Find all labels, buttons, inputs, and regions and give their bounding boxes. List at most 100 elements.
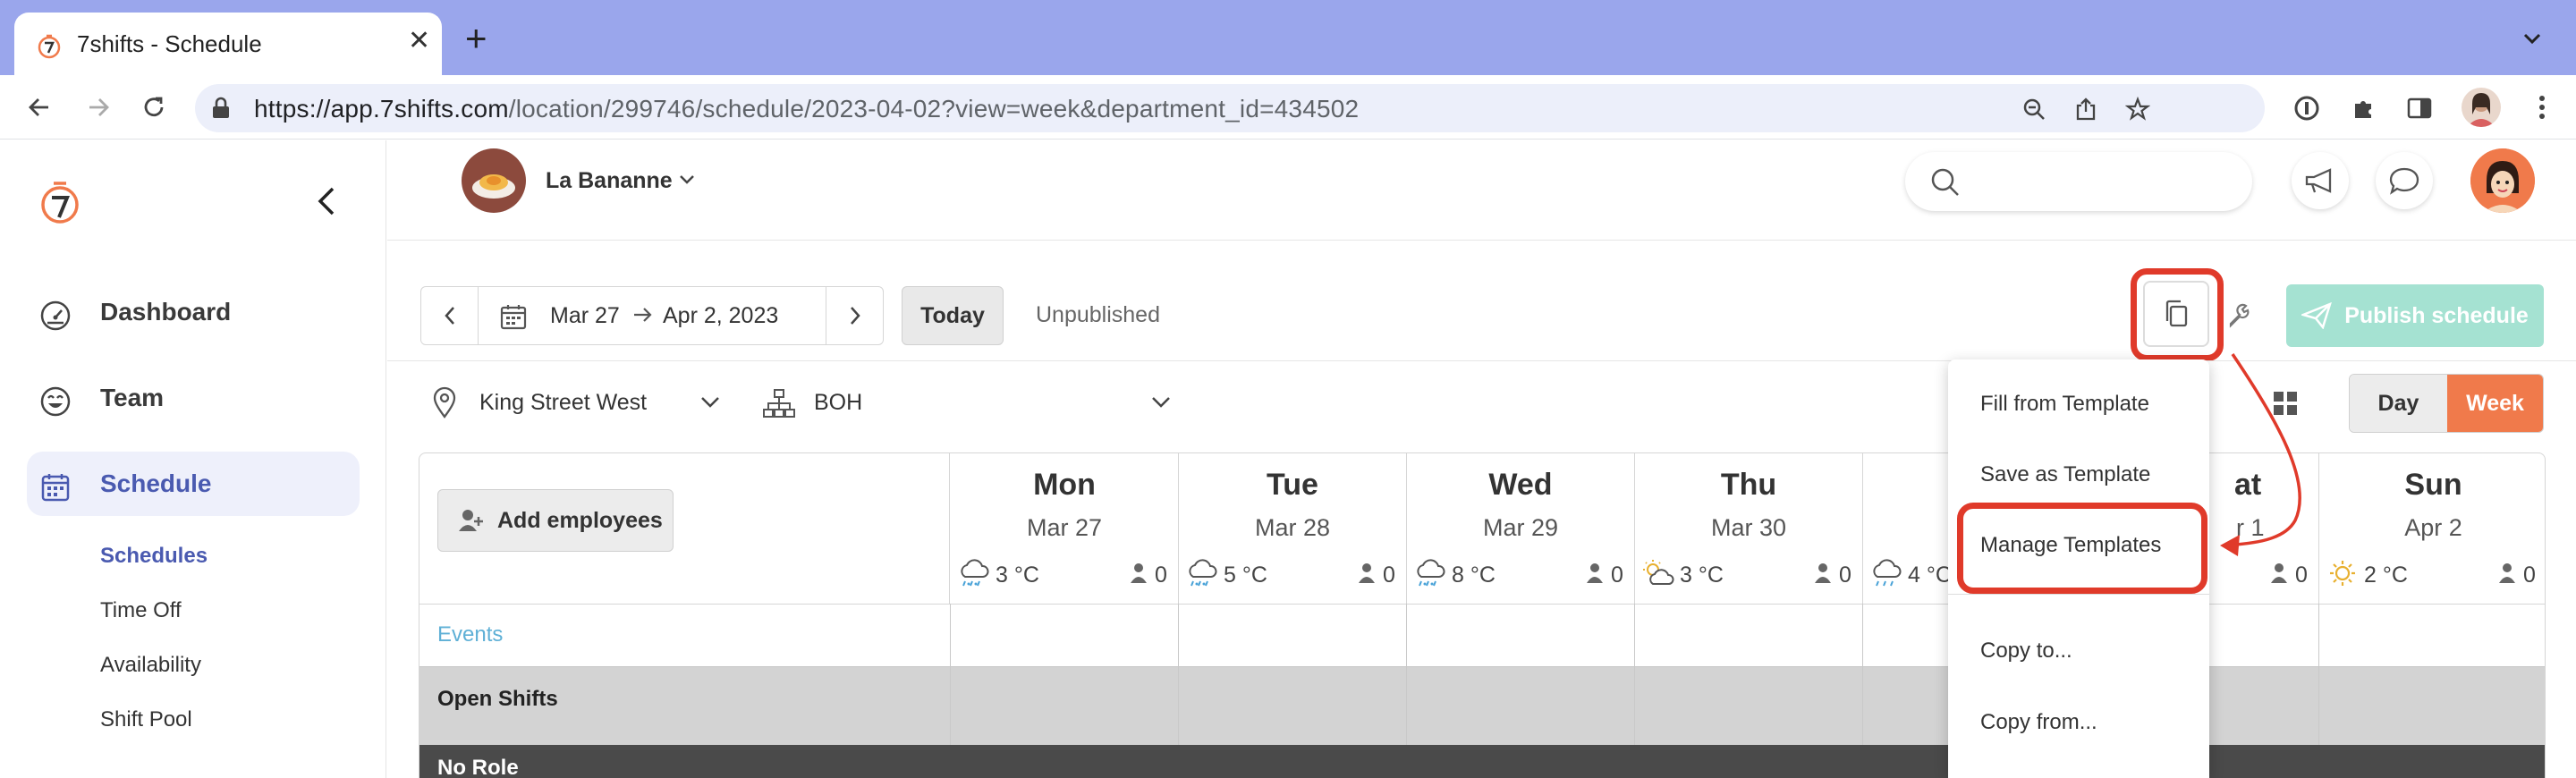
location-name[interactable]: La Bananne [546, 168, 673, 194]
sidebar-subitem-availability[interactable]: Availability [100, 653, 201, 678]
smiley-icon [40, 386, 71, 417]
tab-search-chevron-icon[interactable] [2521, 27, 2544, 50]
day-name: Thu [1720, 468, 1777, 502]
publish-schedule-button[interactable]: Publish schedule [2286, 284, 2544, 347]
messages-button[interactable] [2376, 152, 2433, 209]
chevron-right-icon [850, 307, 860, 325]
user-avatar[interactable] [2470, 148, 2535, 213]
person-icon [1131, 563, 1147, 583]
sidebar-item-schedule[interactable]: Schedule [27, 452, 360, 516]
side-panel-icon[interactable] [2406, 95, 2433, 122]
sidebar-item-label: Dashboard [100, 298, 232, 326]
sidebar-subitem-time-off[interactable]: Time Off [100, 598, 182, 623]
copy-to-item[interactable]: Copy to... [1980, 638, 2072, 664]
view-toggle: Day Week [2349, 374, 2544, 433]
day-header-wed[interactable]: Wed Mar 29 8 °C 0 [1407, 453, 1635, 604]
browser-tab-bar: 7shifts - Schedule ✕ + [0, 0, 2576, 75]
location-avatar[interactable] [462, 148, 526, 213]
grid-column-divider [950, 604, 951, 745]
next-week-button[interactable] [826, 287, 883, 344]
sidebar-item-team[interactable]: Team [27, 366, 360, 430]
previous-week-button[interactable] [421, 287, 479, 344]
open-shifts-label: Open Shifts [437, 687, 558, 711]
back-arrow-icon[interactable] [21, 89, 57, 125]
tab-title: 7shifts - Schedule [77, 30, 262, 57]
chat-bubble-icon [2389, 167, 2419, 195]
no-role-label: No Role [437, 756, 519, 778]
events-link[interactable]: Events [437, 622, 503, 647]
forward-arrow-icon[interactable] [80, 89, 116, 125]
wrench-icon[interactable] [2224, 300, 2252, 329]
zoom-icon[interactable] [2021, 97, 2046, 122]
sidebar: Dashboard Team Schedule Schedules Time O… [0, 140, 386, 778]
browser-tab[interactable]: 7shifts - Schedule ✕ [14, 13, 442, 75]
day-temperature: 3 °C [1680, 562, 1724, 588]
day-header-thu[interactable]: Thu Mar 30 3 °C 0 [1635, 453, 1863, 604]
add-employees-button[interactable]: Add employees [437, 489, 674, 552]
rain-snow-icon [961, 559, 989, 587]
day-employee-count: 0 [1611, 562, 1623, 588]
save-as-template-item[interactable]: Save as Template [1980, 462, 2150, 487]
address-bar[interactable]: https://app.7shifts.com/location/299746/… [195, 84, 2265, 132]
announcements-button[interactable] [2292, 152, 2349, 209]
copy-button-annotation-highlight [2131, 268, 2224, 361]
person-icon [2271, 563, 2287, 583]
bookmark-star-icon[interactable] [2125, 97, 2150, 122]
7shifts-logo-icon[interactable] [39, 176, 80, 226]
date-to[interactable]: Apr 2, 2023 [663, 303, 778, 329]
calendar-icon[interactable] [500, 303, 527, 330]
password-manager-icon[interactable] [2293, 95, 2320, 122]
day-name: Tue [1267, 468, 1318, 502]
url-text[interactable]: https://app.7shifts.com/location/299746/… [254, 95, 1359, 123]
location-filter-select[interactable]: King Street West [479, 390, 647, 416]
copy-from-item[interactable]: Copy from... [1980, 710, 2097, 735]
day-header-mon[interactable]: Mon Mar 27 3 °C 0 [951, 453, 1179, 604]
collapse-sidebar-chevron-icon[interactable] [313, 185, 340, 217]
day-name: Wed [1488, 468, 1553, 502]
grid-column-divider [1178, 604, 1179, 745]
week-view-button[interactable]: Week [2446, 375, 2543, 432]
browser-profile-avatar[interactable] [2462, 88, 2501, 127]
day-date: Apr 2 [2404, 514, 2462, 541]
share-icon[interactable] [2073, 97, 2098, 122]
sidebar-subitem-schedules[interactable]: Schedules [100, 544, 208, 569]
day-date: r 1 [2236, 514, 2265, 541]
dropdown-divider [1948, 594, 2209, 595]
dashboard-gauge-icon [40, 300, 71, 331]
day-temperature: 4 °C [1908, 562, 1952, 588]
department-filter-chevron-down-icon[interactable] [1150, 395, 1172, 410]
day-header-tue[interactable]: Tue Mar 28 5 °C 0 [1179, 453, 1407, 604]
today-button[interactable]: Today [902, 286, 1004, 345]
lock-icon[interactable] [211, 97, 231, 120]
location-chevron-down-icon[interactable] [678, 173, 696, 186]
day-employee-count: 0 [2295, 562, 2308, 588]
publish-schedule-label: Publish schedule [2344, 302, 2529, 328]
extensions-puzzle-icon[interactable] [2351, 95, 2377, 122]
tab-close-icon[interactable]: ✕ [408, 25, 430, 56]
new-tab-icon[interactable]: + [465, 20, 487, 57]
browser-menu-icon[interactable] [2537, 93, 2547, 122]
location-filter-chevron-down-icon[interactable] [699, 395, 721, 410]
day-name: Mon [1033, 468, 1096, 502]
grid-view-icon[interactable] [2272, 390, 2299, 417]
department-hierarchy-icon [763, 389, 795, 418]
grid-corner-cell: Add employees [419, 453, 950, 604]
department-filter-select[interactable]: BOH [814, 390, 862, 416]
sun-icon [2330, 561, 2355, 586]
day-date: Mar 27 [1026, 514, 1103, 541]
sidebar-subitem-shift-pool[interactable]: Shift Pool [100, 707, 192, 732]
paper-plane-icon [2301, 302, 2333, 329]
sidebar-item-dashboard[interactable]: Dashboard [27, 280, 360, 344]
day-employee-count: 0 [1383, 562, 1395, 588]
reload-icon[interactable] [136, 89, 172, 125]
arrow-right-icon [634, 308, 652, 322]
day-date: Mar 30 [1710, 514, 1787, 541]
day-header-sun[interactable]: Sun Apr 2 2 °C 0 [2319, 453, 2545, 604]
fill-from-template-item[interactable]: Fill from Template [1980, 392, 2149, 417]
day-date: Mar 29 [1482, 514, 1559, 541]
day-view-button[interactable]: Day [2350, 375, 2447, 432]
date-from[interactable]: Mar 27 [550, 303, 620, 329]
search-input[interactable] [1905, 152, 2252, 211]
day-employee-count: 0 [2523, 562, 2536, 588]
sidebar-item-label: Team [100, 384, 165, 411]
